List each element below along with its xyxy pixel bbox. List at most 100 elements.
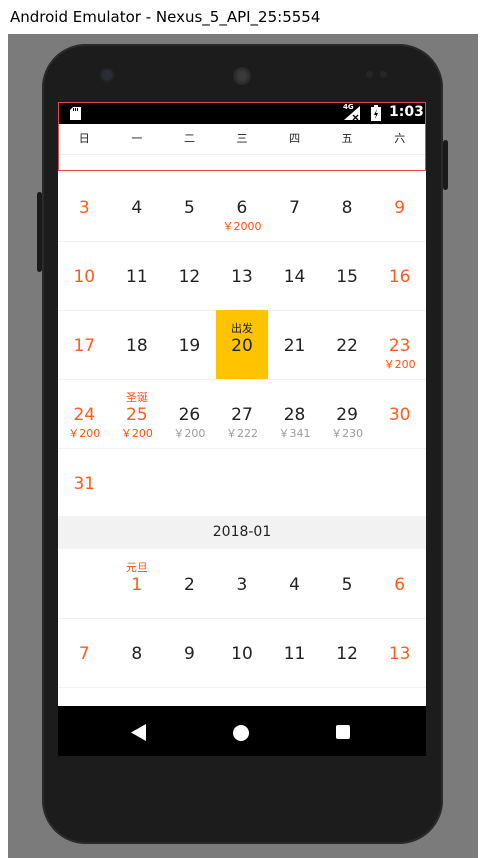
recent-apps-icon[interactable] bbox=[336, 725, 350, 739]
day-number: 12 bbox=[178, 267, 201, 287]
day-number: 7 bbox=[78, 644, 90, 664]
day-number: 20 bbox=[231, 336, 253, 356]
day-cell[interactable]: 17 bbox=[58, 310, 111, 379]
day-number: 8 bbox=[131, 644, 143, 664]
day-cell[interactable]: 13 bbox=[373, 618, 426, 687]
day-number: 18 bbox=[126, 336, 148, 356]
volume-button[interactable] bbox=[37, 192, 42, 272]
day-number: 24 bbox=[73, 405, 96, 425]
day-cell[interactable]: 8 bbox=[321, 172, 374, 241]
day-cell[interactable]: 14 bbox=[268, 241, 321, 310]
day-cell[interactable]: 10 bbox=[216, 618, 269, 687]
day-cell[interactable]: 6 bbox=[373, 549, 426, 618]
day-cell[interactable]: 11 bbox=[268, 618, 321, 687]
day-number: 22 bbox=[336, 336, 358, 356]
weekday-header: 日 一 二 三 四 五 六 bbox=[58, 124, 426, 155]
earpiece-speaker bbox=[233, 67, 251, 85]
day-label: 圣诞 bbox=[125, 391, 148, 404]
day-number: 4 bbox=[131, 198, 143, 218]
day-price: ￥200 bbox=[68, 427, 101, 440]
weekday-sun: 日 bbox=[78, 132, 90, 145]
day-cell[interactable]: 23 ￥200 bbox=[373, 310, 426, 379]
day-cell[interactable]: 13 bbox=[216, 241, 269, 310]
day-number: 23 bbox=[388, 336, 411, 356]
navigation-bar bbox=[58, 706, 426, 756]
back-icon[interactable] bbox=[131, 724, 147, 741]
day-cell[interactable]: 12 bbox=[321, 618, 374, 687]
day-cell[interactable]: 30 bbox=[373, 379, 426, 448]
day-cell[interactable]: 出发 20 bbox=[215, 310, 269, 379]
day-cell[interactable]: 元旦 1 bbox=[111, 549, 164, 618]
day-cell[interactable]: 12 bbox=[163, 241, 216, 310]
day-cell[interactable]: 21 bbox=[268, 310, 321, 379]
day-cell[interactable]: 4 bbox=[268, 549, 321, 618]
day-price: ￥230 bbox=[331, 427, 364, 440]
day-number: 11 bbox=[126, 267, 148, 287]
day-price: ￥222 bbox=[225, 427, 258, 440]
day-number: 27 bbox=[231, 405, 253, 425]
light-sensor bbox=[380, 71, 387, 78]
weekday-wed: 三 bbox=[236, 132, 248, 145]
day-label: 出发 bbox=[230, 322, 253, 335]
day-number: 11 bbox=[283, 644, 306, 664]
day-number: 3 bbox=[78, 198, 90, 218]
day-label: 元旦 bbox=[125, 561, 148, 574]
day-number: 5 bbox=[341, 575, 353, 595]
day-number: 4 bbox=[289, 575, 300, 595]
calendar-week-row: 3 4 5 6 ￥2000 7 8 9 bbox=[58, 172, 426, 242]
home-icon[interactable] bbox=[233, 725, 249, 741]
month-header: 2018-01 bbox=[58, 516, 426, 549]
day-cell[interactable]: 28 ￥341 bbox=[268, 379, 321, 448]
day-number: 15 bbox=[336, 267, 358, 287]
day-cell[interactable]: 3 bbox=[58, 172, 111, 241]
sd-card-icon bbox=[70, 107, 81, 120]
day-cell[interactable]: 7 bbox=[58, 618, 111, 687]
day-number: 19 bbox=[178, 336, 201, 356]
day-number: 10 bbox=[73, 267, 96, 287]
day-cell[interactable]: 2 bbox=[163, 549, 216, 618]
weekday-mon: 一 bbox=[131, 132, 143, 145]
day-number: 7 bbox=[289, 198, 300, 218]
power-button[interactable] bbox=[443, 140, 448, 190]
day-cell[interactable]: 19 bbox=[163, 310, 216, 379]
day-cell[interactable]: 5 bbox=[321, 549, 374, 618]
day-number: 13 bbox=[231, 267, 253, 287]
day-number: 16 bbox=[388, 267, 411, 287]
day-cell[interactable]: 16 bbox=[373, 241, 426, 310]
day-number: 12 bbox=[336, 644, 358, 664]
proximity-sensor bbox=[366, 71, 373, 78]
day-cell[interactable]: 圣诞 25 ￥200 bbox=[111, 379, 164, 448]
day-number: 2 bbox=[183, 575, 195, 595]
day-cell[interactable]: 24 ￥200 bbox=[58, 379, 111, 448]
signal-icon bbox=[344, 106, 360, 120]
day-cell[interactable]: 3 bbox=[216, 549, 269, 618]
day-cell[interactable]: 9 bbox=[163, 618, 216, 687]
day-price: ￥200 bbox=[120, 427, 153, 440]
day-cell[interactable]: 27 ￥222 bbox=[216, 379, 269, 448]
day-cell[interactable]: 8 bbox=[111, 618, 164, 687]
day-price: ￥200 bbox=[383, 358, 416, 371]
day-number: 9 bbox=[183, 644, 195, 664]
day-cell[interactable]: 7 bbox=[268, 172, 321, 241]
day-cell[interactable]: 6 ￥2000 bbox=[216, 172, 269, 241]
day-number: 26 bbox=[178, 405, 201, 425]
day-cell[interactable]: 18 bbox=[111, 310, 164, 379]
day-cell[interactable]: 29 ￥230 bbox=[321, 379, 374, 448]
day-cell[interactable]: 10 bbox=[58, 241, 111, 310]
day-number: 5 bbox=[183, 198, 195, 218]
day-cell[interactable]: 11 bbox=[111, 241, 164, 310]
day-cell[interactable]: 22 bbox=[321, 310, 374, 379]
weekday-fri: 五 bbox=[341, 132, 353, 145]
calendar-week-row: 24 ￥200 圣诞 25 ￥200 26 ￥200 27 ￥222 28 ￥341 29 ￥230 30 bbox=[58, 379, 426, 449]
day-cell[interactable]: 5 bbox=[163, 172, 216, 241]
weekday-tue: 二 bbox=[183, 132, 195, 145]
window-title-bar: Android Emulator - Nexus_5_API_25:5554 bbox=[0, 0, 481, 34]
day-cell[interactable]: 15 bbox=[321, 241, 374, 310]
day-cell[interactable]: 26 ￥200 bbox=[163, 379, 216, 448]
day-cell[interactable]: 9 bbox=[373, 172, 426, 241]
weekday-thu: 四 bbox=[289, 132, 301, 145]
day-number: 21 bbox=[283, 336, 306, 356]
day-cell[interactable]: 31 bbox=[58, 448, 111, 517]
day-cell[interactable]: 4 bbox=[111, 172, 164, 241]
device-screen: 4G 1:03 日 一 二 三 四 五 六 3 4 5 6 ￥2000 7 8 9 10 11 12… bbox=[58, 102, 426, 756]
